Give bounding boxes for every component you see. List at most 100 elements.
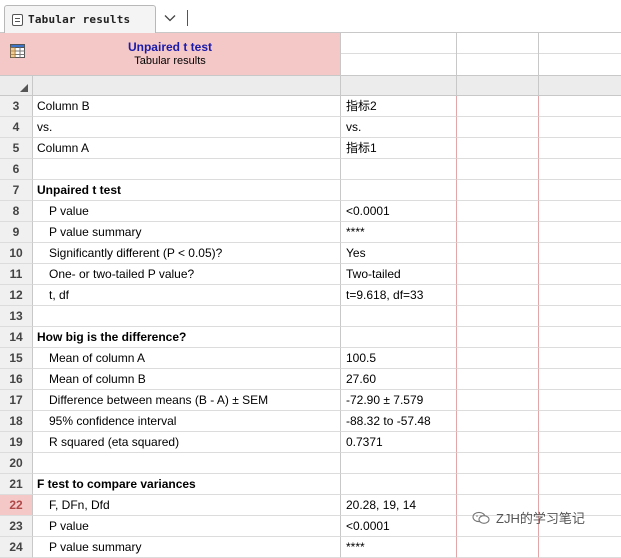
- row-number[interactable]: 19: [0, 432, 33, 453]
- empty-cell[interactable]: [457, 537, 539, 558]
- row-number[interactable]: 4: [0, 117, 33, 138]
- label-cell[interactable]: Mean of column A: [33, 348, 341, 369]
- empty-cell[interactable]: [457, 222, 539, 243]
- value-cell[interactable]: 0.7371: [341, 432, 457, 453]
- empty-cell[interactable]: [457, 201, 539, 222]
- label-cell[interactable]: P value summary: [33, 537, 341, 558]
- value-cell[interactable]: ****: [341, 537, 457, 558]
- empty-cell[interactable]: [457, 285, 539, 306]
- empty-cell[interactable]: [539, 453, 621, 474]
- empty-cell[interactable]: [539, 306, 621, 327]
- label-cell[interactable]: [33, 453, 341, 474]
- empty-cell[interactable]: [539, 117, 621, 138]
- row-number[interactable]: 16: [0, 369, 33, 390]
- value-cell[interactable]: ****: [341, 222, 457, 243]
- empty-cell[interactable]: [457, 264, 539, 285]
- column-header[interactable]: [457, 76, 539, 96]
- empty-cell[interactable]: [539, 180, 621, 201]
- empty-cell[interactable]: [457, 327, 539, 348]
- value-cell[interactable]: <0.0001: [341, 201, 457, 222]
- empty-cell[interactable]: [457, 306, 539, 327]
- empty-cell[interactable]: [539, 159, 621, 180]
- row-number[interactable]: 8: [0, 201, 33, 222]
- empty-cell[interactable]: [539, 138, 621, 159]
- column-header[interactable]: [33, 76, 341, 96]
- empty-cell[interactable]: [539, 327, 621, 348]
- label-cell[interactable]: P value summary: [33, 222, 341, 243]
- empty-cell[interactable]: [457, 369, 539, 390]
- value-cell[interactable]: 指标2: [341, 96, 457, 117]
- label-cell[interactable]: Difference between means (B - A) ± SEM: [33, 390, 341, 411]
- label-cell[interactable]: P value: [33, 201, 341, 222]
- value-cell[interactable]: -88.32 to -57.48: [341, 411, 457, 432]
- row-number[interactable]: 12: [0, 285, 33, 306]
- row-number[interactable]: 15: [0, 348, 33, 369]
- row-number[interactable]: 13: [0, 306, 33, 327]
- empty-cell[interactable]: [539, 369, 621, 390]
- label-cell[interactable]: [33, 159, 341, 180]
- row-number[interactable]: 17: [0, 390, 33, 411]
- section-heading-cell[interactable]: Unpaired t test: [33, 180, 341, 201]
- empty-cell[interactable]: [539, 243, 621, 264]
- empty-cell[interactable]: [539, 474, 621, 495]
- row-number[interactable]: 10: [0, 243, 33, 264]
- column-header[interactable]: [539, 76, 621, 96]
- row-number[interactable]: 7: [0, 180, 33, 201]
- label-cell[interactable]: F, DFn, Dfd: [33, 495, 341, 516]
- value-cell[interactable]: t=9.618, df=33: [341, 285, 457, 306]
- value-cell[interactable]: Two-tailed: [341, 264, 457, 285]
- label-cell[interactable]: [33, 306, 341, 327]
- value-cell[interactable]: [341, 327, 457, 348]
- empty-cell[interactable]: [539, 348, 621, 369]
- label-cell[interactable]: One- or two-tailed P value?: [33, 264, 341, 285]
- row-number[interactable]: 14: [0, 327, 33, 348]
- row-number[interactable]: 9: [0, 222, 33, 243]
- empty-cell[interactable]: [457, 180, 539, 201]
- tab-tabular-results[interactable]: Tabular results: [4, 5, 156, 33]
- value-cell[interactable]: 27.60: [341, 369, 457, 390]
- value-cell[interactable]: [341, 159, 457, 180]
- empty-cell[interactable]: [539, 390, 621, 411]
- column-header-cell[interactable]: [539, 33, 621, 76]
- empty-cell[interactable]: [539, 264, 621, 285]
- empty-cell[interactable]: [457, 348, 539, 369]
- label-cell[interactable]: Mean of column B: [33, 369, 341, 390]
- row-number[interactable]: 21: [0, 474, 33, 495]
- empty-cell[interactable]: [539, 285, 621, 306]
- empty-cell[interactable]: [539, 432, 621, 453]
- row-number[interactable]: 5: [0, 138, 33, 159]
- sheet-title-cell[interactable]: Unpaired t test Tabular results: [0, 33, 341, 76]
- empty-cell[interactable]: [457, 411, 539, 432]
- empty-cell[interactable]: [457, 96, 539, 117]
- empty-cell[interactable]: [457, 390, 539, 411]
- label-cell[interactable]: t, df: [33, 285, 341, 306]
- value-cell[interactable]: 20.28, 19, 14: [341, 495, 457, 516]
- label-cell[interactable]: 95% confidence interval: [33, 411, 341, 432]
- value-cell[interactable]: -72.90 ± 7.579: [341, 390, 457, 411]
- value-cell[interactable]: 指标1: [341, 138, 457, 159]
- empty-cell[interactable]: [457, 138, 539, 159]
- section-heading-cell[interactable]: F test to compare variances: [33, 474, 341, 495]
- empty-cell[interactable]: [457, 453, 539, 474]
- label-cell[interactable]: R squared (eta squared): [33, 432, 341, 453]
- column-header-cell[interactable]: [341, 33, 457, 76]
- section-heading-cell[interactable]: How big is the difference?: [33, 327, 341, 348]
- column-header-cell[interactable]: [457, 33, 539, 76]
- value-cell[interactable]: [341, 474, 457, 495]
- value-cell[interactable]: 100.5: [341, 348, 457, 369]
- label-cell[interactable]: Column B: [33, 96, 341, 117]
- empty-cell[interactable]: [539, 537, 621, 558]
- value-cell[interactable]: [341, 306, 457, 327]
- empty-cell[interactable]: [457, 243, 539, 264]
- label-cell[interactable]: vs.: [33, 117, 341, 138]
- row-number[interactable]: 6: [0, 159, 33, 180]
- row-number[interactable]: 22: [0, 495, 33, 516]
- column-header[interactable]: [341, 76, 457, 96]
- row-number[interactable]: 23: [0, 516, 33, 537]
- value-cell[interactable]: <0.0001: [341, 516, 457, 537]
- empty-cell[interactable]: [539, 222, 621, 243]
- chevron-down-icon[interactable]: [163, 11, 177, 25]
- row-number[interactable]: 11: [0, 264, 33, 285]
- row-number[interactable]: 20: [0, 453, 33, 474]
- row-number[interactable]: 3: [0, 96, 33, 117]
